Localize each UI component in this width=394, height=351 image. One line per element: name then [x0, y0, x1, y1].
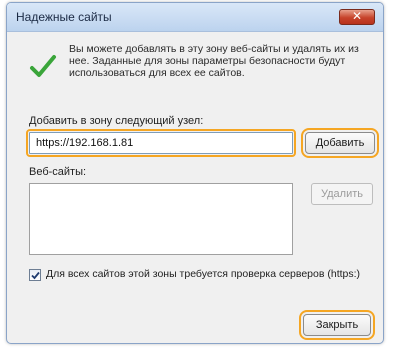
require-https-label: Для всех сайтов этой зоны требуется пров…	[46, 268, 361, 280]
require-https-checkbox[interactable]	[29, 269, 41, 281]
add-button[interactable]: Добавить	[301, 128, 379, 158]
close-button[interactable]: Закрыть	[299, 310, 375, 340]
websites-label: Веб-сайты:	[29, 166, 87, 178]
dialog-title: Надежные сайты	[16, 10, 112, 24]
close-window-button[interactable]: ✕	[339, 9, 375, 25]
close-x-icon: ✕	[351, 9, 363, 23]
info-text: Вы можете добавлять в эту зону веб-сайты…	[69, 43, 359, 79]
websites-list[interactable]	[29, 183, 293, 255]
site-address-input[interactable]: https://192.168.1.81	[26, 129, 296, 157]
remove-button[interactable]: Удалить	[311, 183, 373, 205]
trusted-sites-dialog: Надежные сайты ✕ Вы можете добавлять в э…	[6, 2, 384, 344]
checkmark-icon	[31, 271, 40, 280]
green-checkmark-icon	[30, 55, 56, 77]
add-site-label: Добавить в зону следующий узел:	[29, 115, 204, 127]
title-bar: Надежные сайты ✕	[7, 3, 383, 32]
